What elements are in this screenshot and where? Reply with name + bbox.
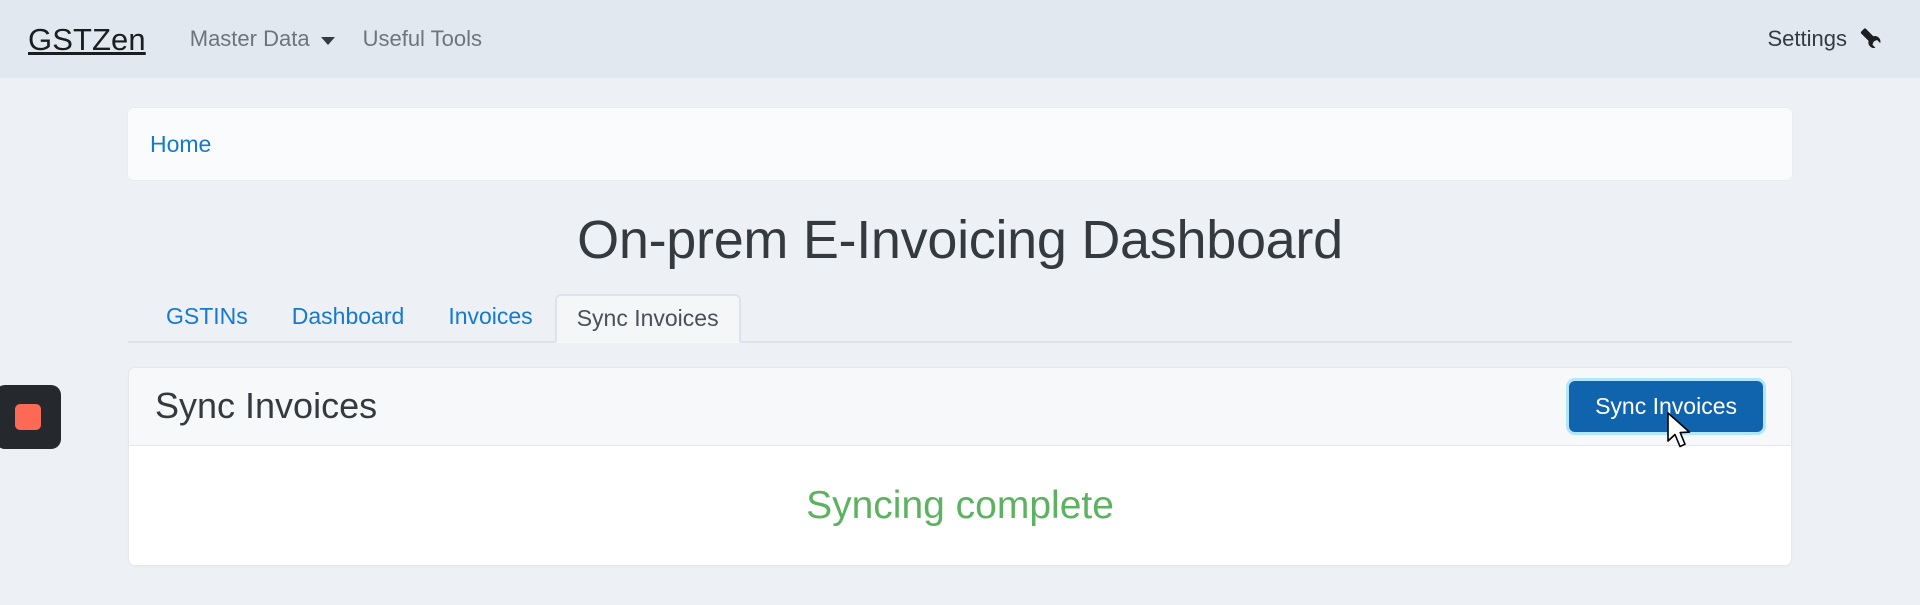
- nav-item-useful-tools-label: Useful Tools: [362, 26, 483, 51]
- card-header: Sync Invoices Sync Invoices: [129, 367, 1791, 446]
- brand-logo[interactable]: GSTZen: [28, 24, 146, 55]
- settings-label: Settings: [1767, 26, 1848, 51]
- sync-invoices-button[interactable]: Sync Invoices: [1569, 380, 1763, 432]
- tab-bar: GSTINs Dashboard Invoices Sync Invoices: [128, 293, 1792, 343]
- stop-recording-icon[interactable]: [15, 404, 41, 430]
- navbar-links: Master Data Useful Tools: [190, 28, 482, 50]
- sync-invoices-card: Sync Invoices Sync Invoices Syncing comp…: [128, 366, 1792, 566]
- nav-item-master-data-label: Master Data: [189, 26, 310, 51]
- nav-item-useful-tools[interactable]: Useful Tools: [363, 28, 482, 50]
- breadcrumb: Home: [128, 108, 1792, 180]
- tab-sync-invoices[interactable]: Sync Invoices: [554, 293, 741, 343]
- chevron-down-icon: [320, 37, 335, 45]
- wrench-icon: [1858, 27, 1884, 53]
- tab-gstins[interactable]: GSTINs: [144, 292, 270, 341]
- nav-item-master-data[interactable]: Master Data: [190, 28, 335, 50]
- tab-dashboard[interactable]: Dashboard: [270, 292, 427, 341]
- screen-recorder-widget[interactable]: [0, 385, 61, 449]
- page-container: Home On-prem E-Invoicing Dashboard GSTIN…: [128, 78, 1792, 566]
- sync-status-message: Syncing complete: [806, 483, 1114, 527]
- top-navbar: GSTZen Master Data Useful Tools Settings: [0, 0, 1920, 78]
- card-title: Sync Invoices: [155, 385, 378, 427]
- card-body: Syncing complete: [129, 445, 1791, 565]
- page-title: On-prem E-Invoicing Dashboard: [577, 210, 1343, 270]
- navbar-right: Settings: [1768, 26, 1885, 52]
- settings-button[interactable]: Settings: [1768, 26, 1885, 52]
- breadcrumb-item-home[interactable]: Home: [150, 132, 211, 156]
- tab-invoices[interactable]: Invoices: [426, 292, 554, 341]
